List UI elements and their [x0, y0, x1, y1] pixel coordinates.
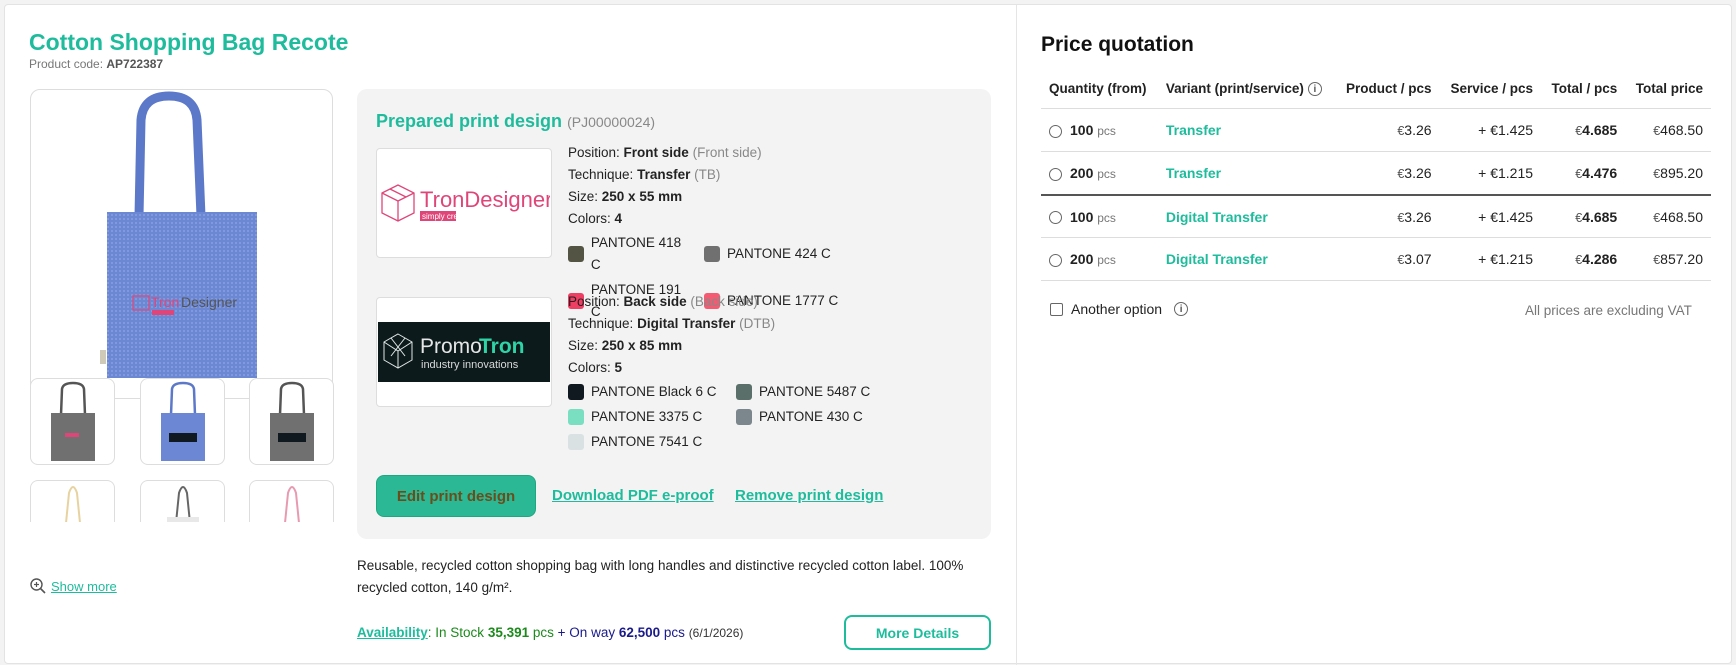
zoom-icon	[30, 578, 46, 594]
color-swatch: PANTONE 7541 C	[568, 431, 726, 453]
column-divider	[1016, 5, 1017, 665]
color-swatch: PANTONE Black 6 C	[568, 381, 726, 403]
pink-bag-thumb	[284, 485, 300, 522]
svg-text:Tron: Tron	[151, 294, 179, 310]
color-swatch: PANTONE 424 C	[704, 232, 844, 276]
col-service-price: Service / pcs	[1439, 71, 1542, 110]
in-stock-count: 35,391	[487, 625, 530, 640]
download-pdf-proof-link[interactable]: Download PDF e-proof	[552, 487, 714, 504]
col-total-per-pcs: Total / pcs	[1541, 71, 1626, 110]
product-title: Cotton Shopping Bag Recote	[29, 29, 349, 55]
back-logo-preview: Promo Tron industry innovations	[376, 297, 552, 407]
availability-link[interactable]: Availability	[357, 625, 428, 640]
info-icon[interactable]: i	[1174, 302, 1189, 316]
quantity-radio[interactable]	[1049, 254, 1062, 268]
natural-bag-thumb	[65, 485, 81, 522]
gray-bag-thumb	[51, 381, 95, 461]
col-quantity: Quantity (from)	[1041, 71, 1158, 110]
table-row[interactable]: 200 pcs Transfer €3.26 + €1.215 €4.476 €…	[1041, 151, 1711, 196]
col-variant: Variant (print/service) i	[1157, 71, 1336, 110]
availability-line: Availability: In Stock 35,391 pcs + On w…	[357, 625, 744, 640]
show-more-link[interactable]: Show more	[29, 577, 117, 595]
on-way-date: (6/1/2026)	[688, 626, 744, 640]
swatch-chip	[704, 246, 720, 262]
thumbnail-2[interactable]	[140, 378, 225, 465]
print-design-id: (PJ00000024)	[567, 114, 656, 130]
swatch-chip	[736, 409, 752, 425]
svg-text:Designer: Designer	[181, 294, 237, 310]
svg-text:Promo: Promo	[420, 335, 482, 358]
table-row[interactable]: 100 pcs Transfer €3.26 + €1.425 €4.685 €…	[1041, 108, 1711, 153]
quantity-radio[interactable]	[1049, 125, 1062, 139]
another-option[interactable]: Another option i	[1050, 301, 1189, 317]
product-code: Product code: AP722387	[29, 57, 164, 71]
print-design-panel: Prepared print design (PJ00000024) TronD…	[357, 89, 991, 539]
svg-text:industry innovations: industry innovations	[421, 359, 519, 371]
thumbnail-3[interactable]	[249, 378, 334, 465]
back-color-swatches: PANTONE Black 6 C PANTONE 5487 C PANTONE…	[568, 381, 876, 453]
white-bag-thumb	[167, 485, 199, 522]
color-swatch: PANTONE 430 C	[736, 406, 876, 428]
info-icon[interactable]: i	[1307, 82, 1322, 97]
back-print-spec: Position: Back side (Back side) Techniqu…	[568, 291, 876, 453]
swatch-chip	[568, 409, 584, 425]
promotron-logo: Promo Tron industry innovations	[378, 322, 550, 382]
thumbnail-6[interactable]	[249, 480, 334, 522]
table-row[interactable]: 100 pcs Digital Transfer €3.26 + €1.425 …	[1041, 194, 1711, 239]
gray-bag-thumb-back	[270, 381, 314, 461]
on-way-count: 62,500	[618, 625, 661, 640]
product-description: Reusable, recycled cotton shopping bag w…	[357, 558, 964, 595]
more-details-button[interactable]: More Details	[844, 615, 991, 650]
col-product-price: Product / pcs	[1335, 71, 1440, 110]
table-header-row: Quantity (from) Variant (print/service) i…	[1041, 71, 1711, 110]
front-logo-preview: TronDesigner simply create	[376, 148, 552, 258]
thumbnail-4[interactable]	[30, 480, 115, 522]
table-row[interactable]: 200 pcs Digital Transfer €3.07 + €1.215 …	[1041, 237, 1711, 282]
col-total-price: Total price	[1625, 71, 1711, 110]
thumbnail-1[interactable]	[30, 378, 115, 465]
svg-text:TronDesigner: TronDesigner	[420, 187, 550, 212]
tote-bag-image: Tron Designer	[100, 91, 257, 378]
price-quotation-table: Quantity (from) Variant (print/service) i…	[1041, 71, 1711, 282]
price-quotation-title: Price quotation	[1041, 33, 1194, 56]
thumbnail-5[interactable]	[140, 480, 225, 522]
product-code-value: AP722387	[106, 57, 164, 71]
quantity-radio[interactable]	[1049, 211, 1062, 225]
swatch-chip	[568, 246, 584, 262]
color-swatch: PANTONE 418 C	[568, 232, 694, 276]
quantity-radio[interactable]	[1049, 167, 1062, 181]
swatch-chip	[568, 384, 584, 400]
blue-bag-thumb	[161, 381, 205, 461]
print-design-title: Prepared print design (PJ00000024)	[376, 111, 656, 131]
main-product-image[interactable]: Tron Designer	[30, 89, 333, 399]
edit-print-design-button[interactable]: Edit print design	[376, 475, 536, 517]
swatch-chip	[736, 384, 752, 400]
svg-text:Tron: Tron	[479, 335, 525, 358]
vat-note: All prices are excluding VAT	[1525, 303, 1692, 318]
another-option-checkbox[interactable]	[1050, 302, 1063, 316]
trondesigner-logo: TronDesigner simply create	[381, 184, 550, 222]
color-swatch: PANTONE 5487 C	[736, 381, 876, 403]
svg-text:simply create: simply create	[422, 212, 470, 221]
swatch-chip	[568, 434, 584, 450]
remove-print-design-link[interactable]: Remove print design	[735, 487, 883, 504]
color-swatch: PANTONE 3375 C	[568, 406, 726, 428]
product-card: Cotton Shopping Bag Recote Product code:…	[4, 4, 1732, 665]
